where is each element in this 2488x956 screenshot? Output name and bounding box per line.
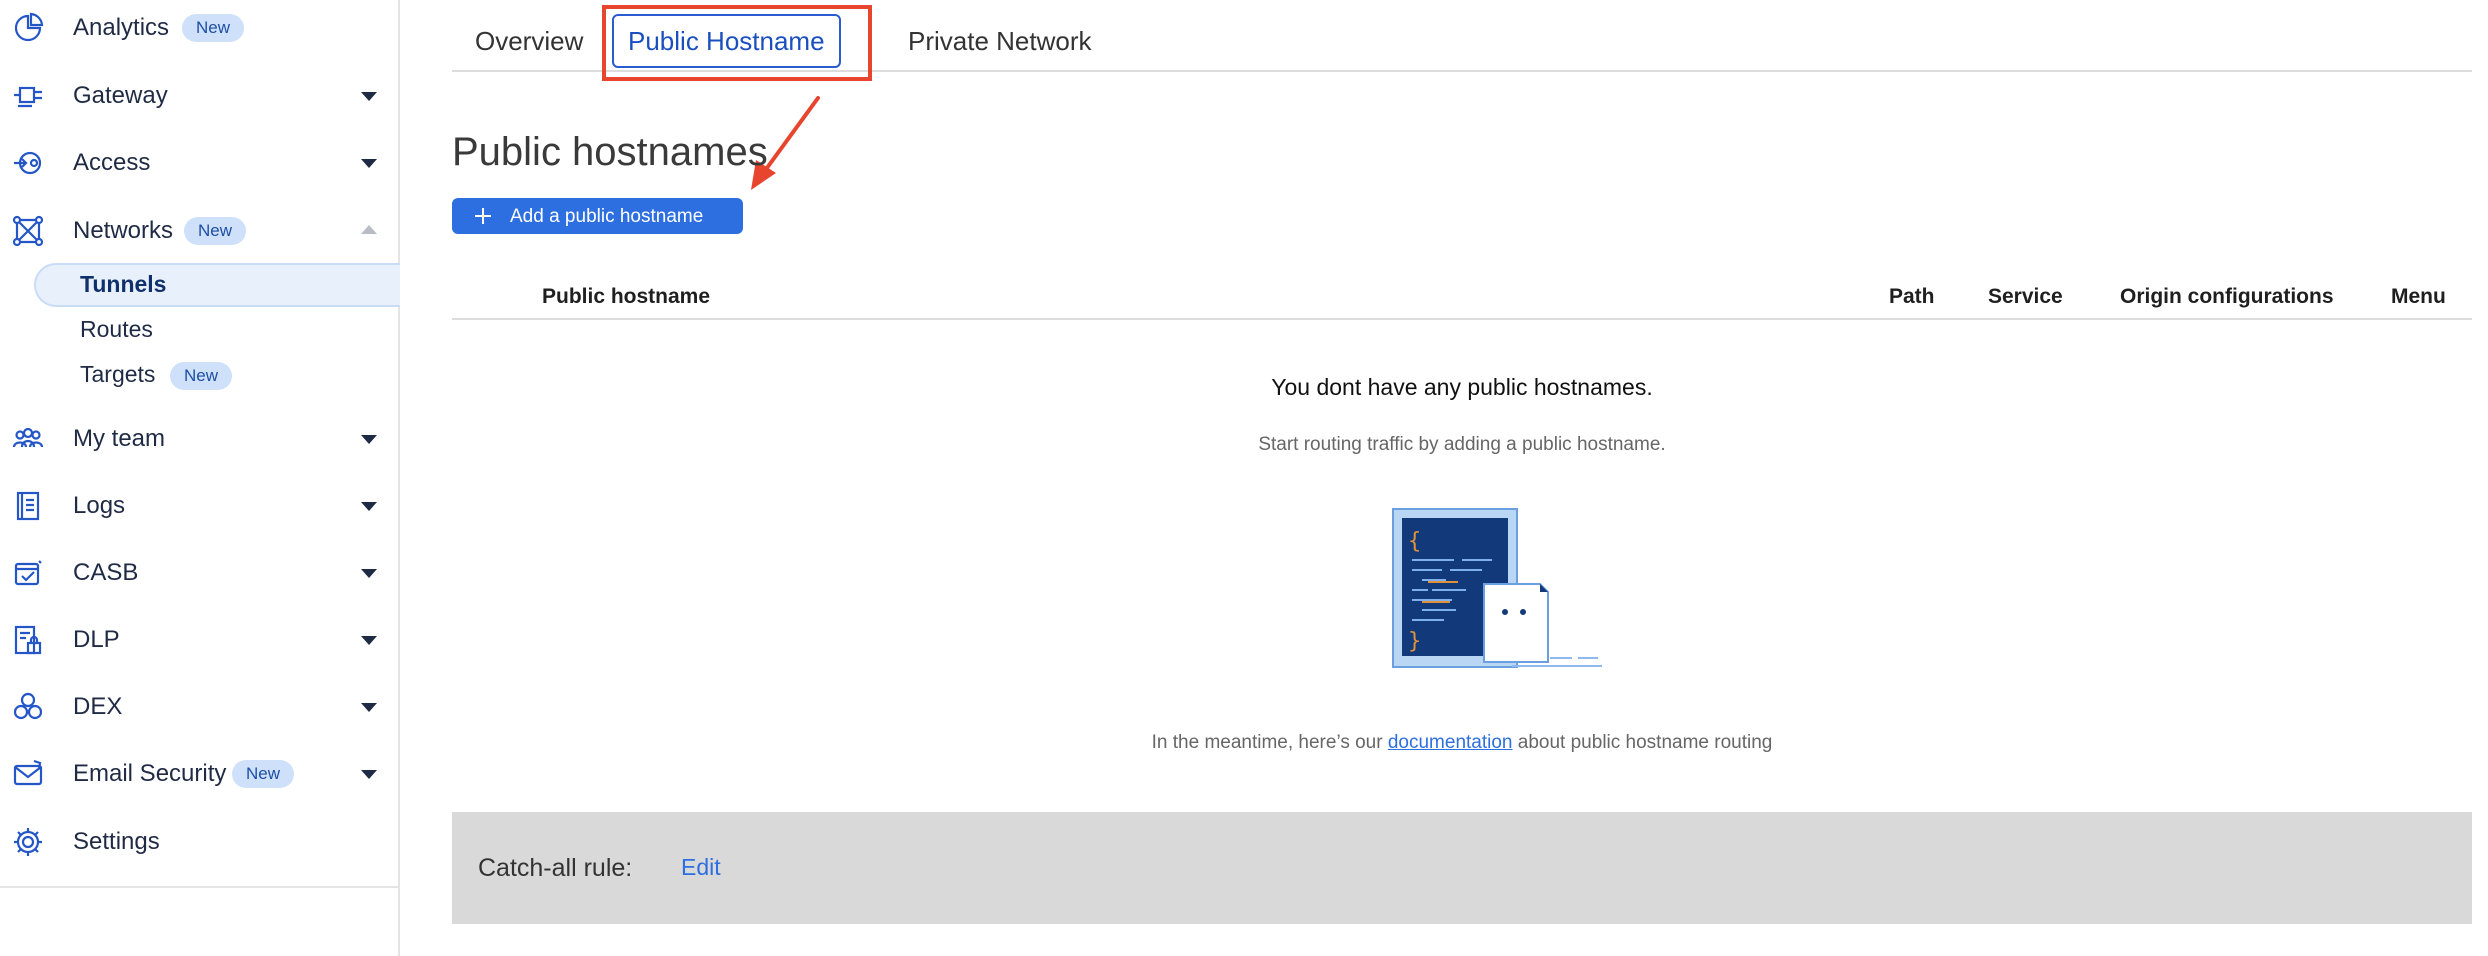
main-content: Overview Public Hostname Private Network… — [400, 0, 2488, 956]
documentation-link[interactable]: documentation — [1388, 732, 1513, 753]
team-icon — [12, 423, 44, 455]
sidebar-item-label: Settings — [73, 828, 160, 855]
table-header: Public hostname Path Service Origin conf… — [452, 280, 2472, 320]
sidebar-item-label: CASB — [73, 559, 139, 586]
sidebar-item-dlp[interactable]: DLP — [0, 612, 398, 668]
empty-state-subtitle: Start routing traffic by adding a public… — [1258, 434, 1666, 455]
networks-icon — [12, 215, 44, 247]
sidebar-item-label: DLP — [73, 626, 120, 653]
chevron-down-icon — [361, 435, 377, 444]
column-header-origin-configurations: Origin configurations — [2120, 285, 2334, 308]
access-icon — [12, 147, 44, 179]
gear-icon — [12, 826, 44, 858]
tab-public-hostname[interactable]: Public Hostname — [612, 14, 841, 68]
sidebar-item-settings[interactable]: Settings — [0, 814, 398, 870]
doc-note-prefix: In the meantime, here’s our — [1151, 732, 1388, 753]
dex-icon — [12, 691, 44, 723]
sidebar-subitem-targets[interactable]: Targets New — [34, 353, 400, 397]
catch-all-edit-link[interactable]: Edit — [681, 854, 721, 881]
tab-bar: Overview Public Hostname Private Network — [452, 0, 2472, 72]
gateway-icon — [12, 80, 44, 112]
new-badge: New — [170, 362, 233, 390]
add-button-label: Add a public hostname — [510, 206, 704, 227]
chevron-down-icon — [361, 770, 377, 779]
tab-overview[interactable]: Overview — [475, 26, 583, 57]
sidebar-item-access[interactable]: Access — [0, 135, 398, 191]
svg-text:{: { — [1408, 529, 1421, 554]
column-header-public-hostname: Public hostname — [542, 285, 711, 308]
sidebar-subitem-label: Targets — [80, 361, 156, 387]
empty-state-illustration: { } — [1392, 508, 1602, 668]
svg-text:}: } — [1408, 629, 1421, 654]
sidebar-item-dex[interactable]: DEX — [0, 679, 398, 735]
sidebar-item-label: My team — [73, 425, 166, 452]
sidebar-item-logs[interactable]: Logs — [0, 478, 398, 534]
sidebar-item-gateway[interactable]: Gateway — [0, 68, 398, 124]
page-title: Public hostnames — [452, 130, 768, 174]
sidebar: Analytics New Gateway Access Networks Ne… — [0, 0, 400, 956]
new-badge: New — [184, 217, 247, 245]
empty-state-title: You dont have any public hostnames. — [1271, 374, 1653, 400]
documentation-note: In the meantime, here’s our documentatio… — [452, 732, 2472, 754]
sidebar-item-casb[interactable]: CASB — [0, 545, 398, 601]
sidebar-subitem-label: Routes — [80, 316, 153, 342]
chevron-down-icon — [361, 502, 377, 511]
email-security-icon — [12, 758, 44, 790]
column-header-path: Path — [1889, 285, 1935, 308]
column-header-service: Service — [1988, 285, 2063, 308]
chevron-down-icon — [361, 569, 377, 578]
column-header-menu: Menu — [2391, 285, 2446, 308]
chevron-up-icon — [361, 225, 377, 234]
sidebar-subitem-routes[interactable]: Routes — [34, 308, 400, 352]
new-badge: New — [232, 760, 295, 788]
sidebar-item-analytics[interactable]: Analytics New — [0, 0, 398, 56]
dlp-icon — [12, 624, 44, 656]
sidebar-divider — [0, 886, 398, 888]
sidebar-subitem-tunnels[interactable]: Tunnels — [34, 263, 400, 307]
catch-all-rule-label: Catch-all rule: — [478, 854, 633, 882]
add-public-hostname-button[interactable]: Add a public hostname — [452, 198, 743, 234]
chevron-down-icon — [361, 703, 377, 712]
new-badge: New — [182, 14, 245, 42]
chevron-down-icon — [361, 92, 377, 101]
sidebar-subitem-label: Tunnels — [80, 271, 167, 297]
logs-icon — [12, 490, 44, 522]
chevron-down-icon — [361, 159, 377, 168]
casb-icon — [12, 557, 44, 589]
sidebar-item-label: Access — [73, 149, 151, 176]
analytics-pie-icon — [12, 12, 44, 44]
sidebar-item-label: Networks — [73, 217, 174, 244]
sidebar-item-my-team[interactable]: My team — [0, 411, 398, 467]
sidebar-item-label: Logs — [73, 492, 126, 519]
sidebar-item-label: DEX — [73, 693, 123, 720]
sidebar-item-label: Email Security — [73, 760, 227, 787]
plus-icon — [475, 208, 491, 224]
sidebar-item-label: Analytics — [73, 14, 170, 41]
tab-private-network[interactable]: Private Network — [908, 26, 1092, 57]
catch-all-rule-panel: Catch-all rule: Edit — [452, 812, 2472, 924]
sidebar-item-label: Gateway — [73, 82, 168, 109]
chevron-down-icon — [361, 636, 377, 645]
doc-note-suffix: about public hostname routing — [1512, 732, 1773, 753]
sidebar-item-email-security[interactable]: Email Security New — [0, 746, 398, 802]
sidebar-item-networks[interactable]: Networks New — [0, 203, 398, 259]
